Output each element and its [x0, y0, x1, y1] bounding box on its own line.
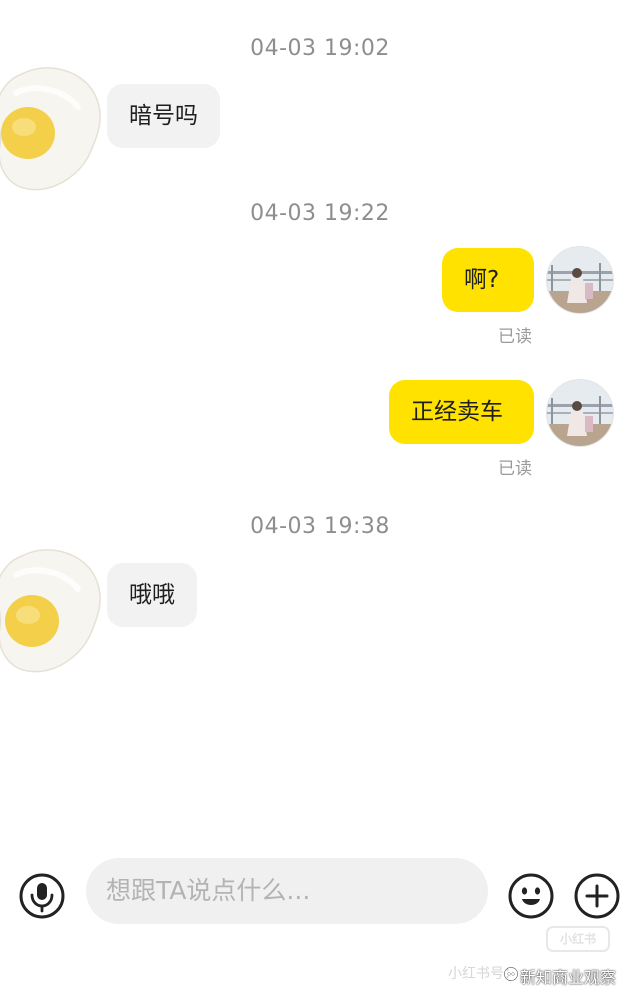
incoming-message-bubble[interactable]: 哦哦 — [107, 563, 197, 627]
message-input[interactable] — [86, 858, 488, 924]
microphone-icon — [19, 873, 65, 919]
contact-avatar[interactable] — [0, 63, 104, 197]
emoji-icon — [508, 873, 554, 919]
contact-avatar[interactable] — [0, 545, 104, 679]
my-avatar[interactable] — [546, 246, 614, 314]
profile-photo-icon — [547, 380, 613, 446]
watermark-logo: 小红书 — [546, 926, 610, 952]
message-timestamp: 04-03 19:22 — [250, 201, 390, 226]
read-receipt: 已读 — [498, 459, 532, 479]
my-avatar[interactable] — [546, 379, 614, 447]
source-credit: 新知商业观察 — [520, 968, 617, 987]
profile-photo-icon — [547, 247, 613, 313]
more-options-button[interactable] — [573, 872, 621, 920]
outgoing-message-bubble[interactable]: 正经卖车 — [389, 380, 534, 444]
fried-egg-icon — [0, 67, 101, 191]
outgoing-message-bubble[interactable]: 啊? — [442, 248, 534, 312]
incoming-message-bubble[interactable]: 暗号吗 — [107, 84, 220, 148]
message-timestamp: 04-03 19:38 — [250, 514, 390, 539]
message-timestamp: 04-03 19:02 — [250, 36, 390, 61]
emoji-button[interactable] — [507, 872, 555, 920]
read-receipt: 已读 — [498, 327, 532, 347]
voice-input-button[interactable] — [18, 872, 66, 920]
plus-icon — [574, 873, 620, 919]
fried-egg-icon — [0, 549, 101, 673]
credit-logo-icon — [503, 966, 519, 982]
